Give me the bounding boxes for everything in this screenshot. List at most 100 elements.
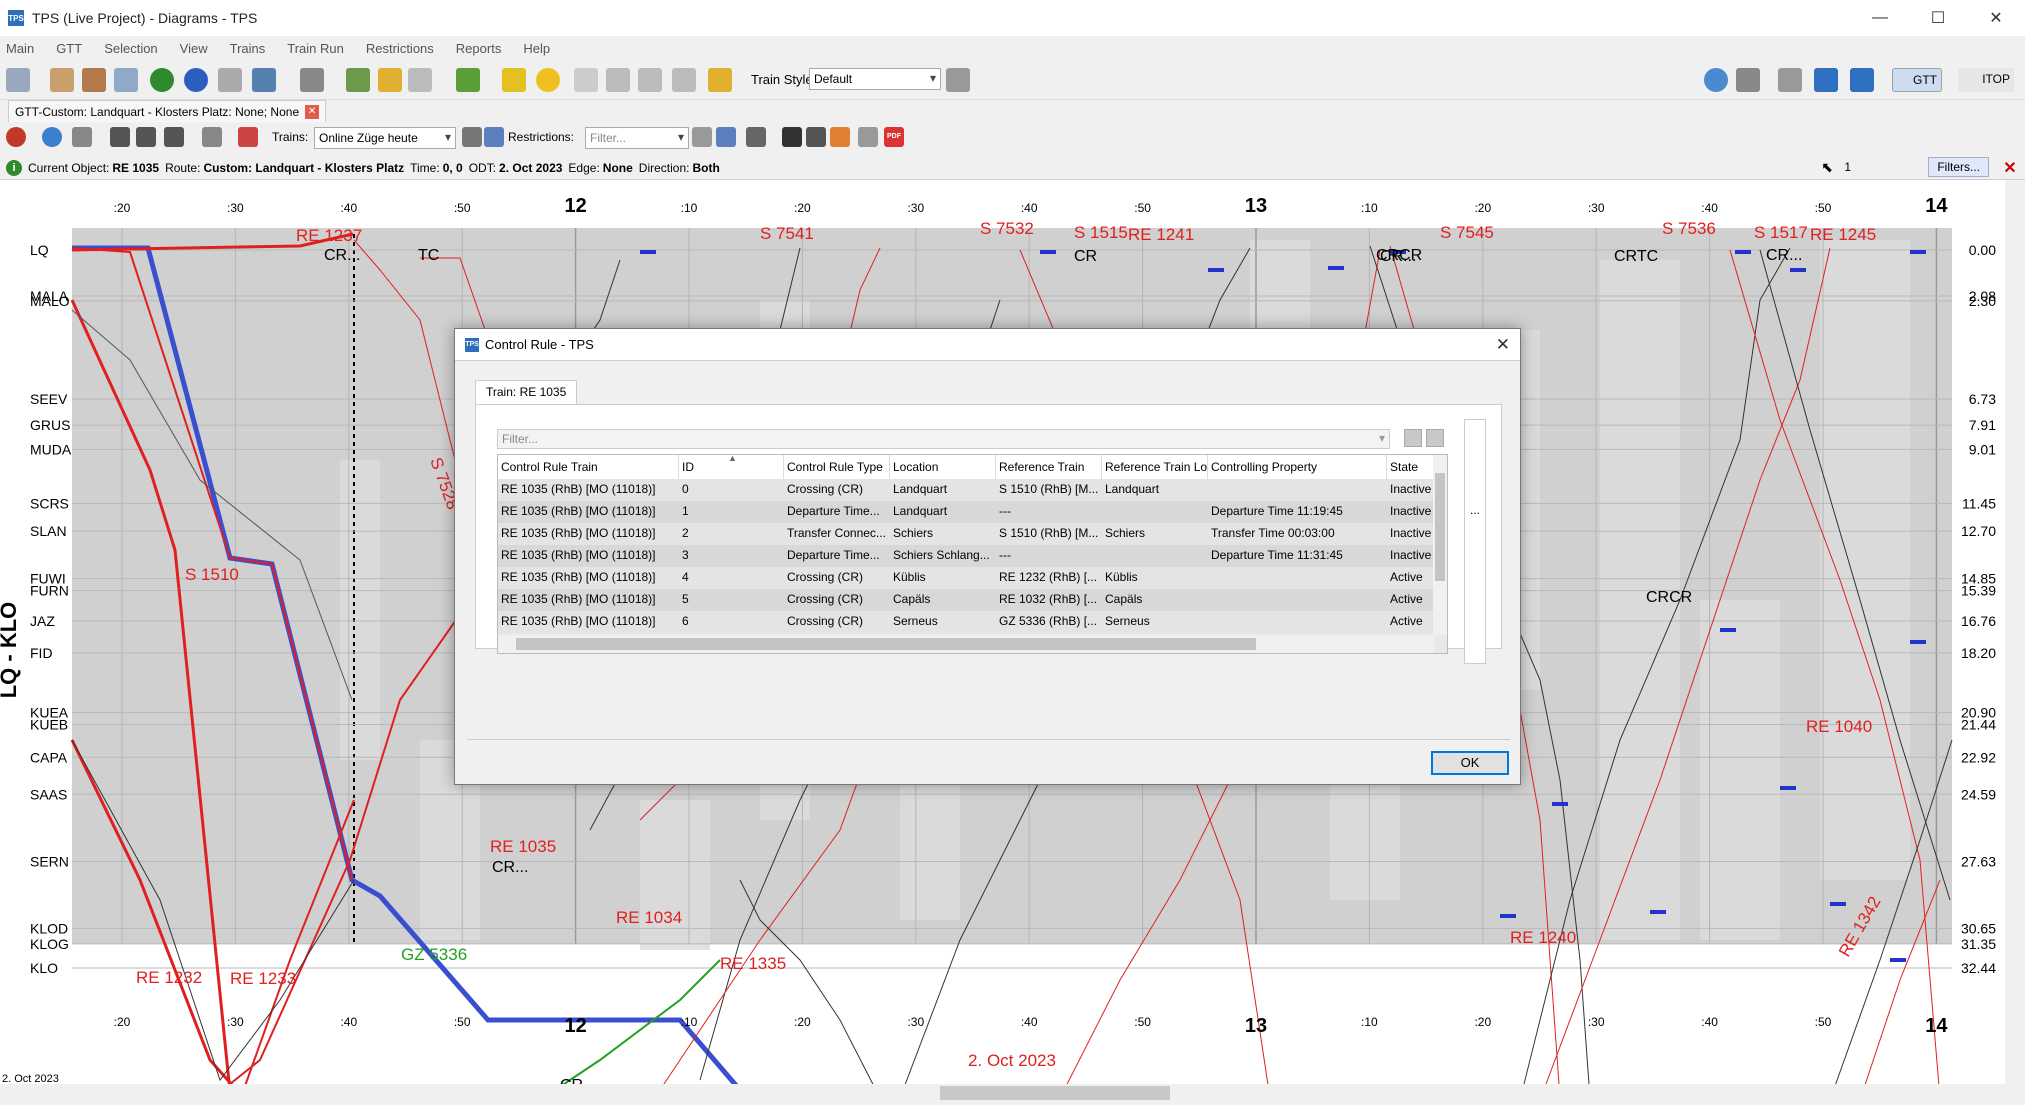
menu-selection[interactable]: Selection [104, 41, 157, 56]
folder-icon[interactable] [378, 68, 402, 92]
restrictions-filter[interactable]: Filter... [585, 127, 689, 149]
table-row[interactable]: RE 1035 (RhB) [MO (11018)] 6 Crossing (CR)… [498, 611, 1434, 633]
maximize-button[interactable]: ☐ [1909, 0, 1967, 36]
users-icon[interactable] [830, 127, 850, 147]
close-tab-icon[interactable]: ✕ [305, 104, 320, 119]
people-icon[interactable] [574, 68, 598, 92]
close-filter-icon[interactable]: ✕ [2001, 158, 2019, 177]
refresh-icon[interactable] [1704, 68, 1728, 92]
menu-main[interactable]: Main [6, 41, 34, 56]
fit-width-icon[interactable] [110, 127, 130, 147]
trains-select[interactable]: Online Züge heute [314, 127, 456, 149]
layout-icon[interactable] [114, 68, 138, 92]
clear-filter-icon[interactable] [692, 127, 712, 147]
frame-icon[interactable] [72, 127, 92, 147]
warning-icon[interactable] [502, 68, 526, 92]
filter-settings-icon[interactable] [1426, 429, 1444, 447]
tools-icon[interactable] [946, 68, 970, 92]
menu-trains[interactable]: Trains [230, 41, 266, 56]
document-tab[interactable]: GTT-Custom: Landquart - Klosters Platz: … [8, 100, 327, 122]
vertical-scroll-thumb[interactable] [1435, 473, 1445, 581]
table-vertical-scrollbar[interactable] [1433, 455, 1447, 635]
itop-view-button[interactable]: ITOP [1958, 68, 2014, 92]
sync-icon[interactable] [42, 127, 62, 147]
side-options[interactable]: ... [1464, 419, 1486, 664]
table-cell: 3 [682, 548, 689, 562]
tab-train[interactable]: Train: RE 1035 [475, 380, 578, 404]
document-icon[interactable] [218, 68, 242, 92]
globe-icon[interactable] [184, 68, 208, 92]
column-header[interactable]: Location [890, 455, 996, 479]
vertical-scrollbar[interactable] [2005, 180, 2025, 1084]
train-label: S 7541 [760, 224, 814, 243]
menu-train-run[interactable]: Train Run [287, 41, 344, 56]
restriction-search-icon[interactable] [716, 127, 736, 147]
close-window-button[interactable]: ✕ [1967, 0, 2025, 36]
print-icon[interactable] [858, 127, 878, 147]
delete-icon[interactable] [238, 127, 258, 147]
menu-reports[interactable]: Reports [456, 41, 502, 56]
menu-help[interactable]: Help [523, 41, 550, 56]
calc-icon[interactable] [606, 68, 630, 92]
time-tick-bottom: :30 [227, 1015, 244, 1029]
signal-icon[interactable] [672, 68, 696, 92]
report-icon[interactable] [638, 68, 662, 92]
table-row[interactable]: RE 1035 (RhB) [MO (11018)] 2 Transfer Conn… [498, 523, 1434, 545]
scrollbar-thumb[interactable] [940, 1086, 1170, 1100]
table-row[interactable]: RE 1035 (RhB) [MO (11018)] 0 Crossing (CR)… [498, 479, 1434, 501]
column-header[interactable]: State [1387, 455, 1434, 479]
column-header[interactable]: Reference Train [996, 455, 1102, 479]
gtt-settings-icon[interactable] [6, 68, 30, 92]
table-row[interactable]: RE 1035 (RhB) [MO (11018)] 4 Crossing (CR)… [498, 567, 1434, 589]
table-icon[interactable] [50, 68, 74, 92]
chart-icon[interactable] [252, 68, 276, 92]
train-icon[interactable] [456, 68, 480, 92]
train-style-select[interactable]: Default [809, 68, 941, 90]
pdf-icon[interactable]: PDF [884, 127, 904, 147]
reload-icon[interactable] [6, 127, 26, 147]
gtt-view-button[interactable]: GTT [1892, 68, 1942, 92]
grid-icon[interactable] [82, 68, 106, 92]
pen-icon[interactable] [1778, 68, 1802, 92]
horizontal-scroll-thumb[interactable] [516, 638, 1256, 650]
time-tick-bottom: :50 [1815, 1015, 1832, 1029]
fit-height-icon[interactable] [136, 127, 156, 147]
binoculars-icon[interactable] [782, 127, 802, 147]
table-cell: Schiers [1105, 526, 1146, 540]
train-filter-icon[interactable] [462, 127, 482, 147]
column-header[interactable]: Control Rule Train [498, 455, 679, 479]
rule-filter-input[interactable]: Filter... [497, 429, 1390, 449]
sigma-icon[interactable] [408, 68, 432, 92]
lock-icon[interactable] [346, 68, 370, 92]
redo-icon[interactable] [1850, 68, 1874, 92]
hand-icon[interactable] [708, 68, 732, 92]
menu-gtt[interactable]: GTT [56, 41, 82, 56]
expand-icon[interactable] [806, 127, 826, 147]
platform-mark [1890, 958, 1906, 962]
dialog-close-button[interactable]: ✕ [1496, 335, 1510, 355]
route-icon[interactable] [746, 127, 766, 147]
search-icon[interactable] [484, 127, 504, 147]
window-icon[interactable] [202, 127, 222, 147]
clear-filter-icon[interactable] [1404, 429, 1422, 447]
ok-button[interactable]: OK [1431, 751, 1509, 775]
clock-icon[interactable] [536, 68, 560, 92]
menu-restrictions[interactable]: Restrictions [366, 41, 434, 56]
table-row[interactable]: RE 1035 (RhB) [MO (11018)] 3 Departure Tim… [498, 545, 1434, 567]
column-header[interactable]: Control Rule Type [784, 455, 890, 479]
move-icon[interactable] [1736, 68, 1760, 92]
table-row[interactable]: RE 1035 (RhB) [MO (11018)] 5 Crossing (CR)… [498, 589, 1434, 611]
table-horizontal-scrollbar[interactable] [498, 635, 1434, 653]
undo-icon[interactable] [1814, 68, 1838, 92]
table-row[interactable]: RE 1035 (RhB) [MO (11018)] 1 Departure Tim… [498, 501, 1434, 523]
info-icon[interactable] [150, 68, 174, 92]
vertical-arrows-icon[interactable] [164, 127, 184, 147]
column-header[interactable]: Controlling Property [1208, 455, 1387, 479]
train-label: RE 1237 [296, 226, 362, 245]
wrench-icon[interactable] [300, 68, 324, 92]
column-header[interactable]: Reference Train Lo [1102, 455, 1208, 479]
filters-button[interactable]: Filters... [1928, 157, 1989, 177]
minimize-button[interactable]: — [1851, 0, 1909, 36]
platform-mark [1650, 910, 1666, 914]
menu-view[interactable]: View [180, 41, 208, 56]
